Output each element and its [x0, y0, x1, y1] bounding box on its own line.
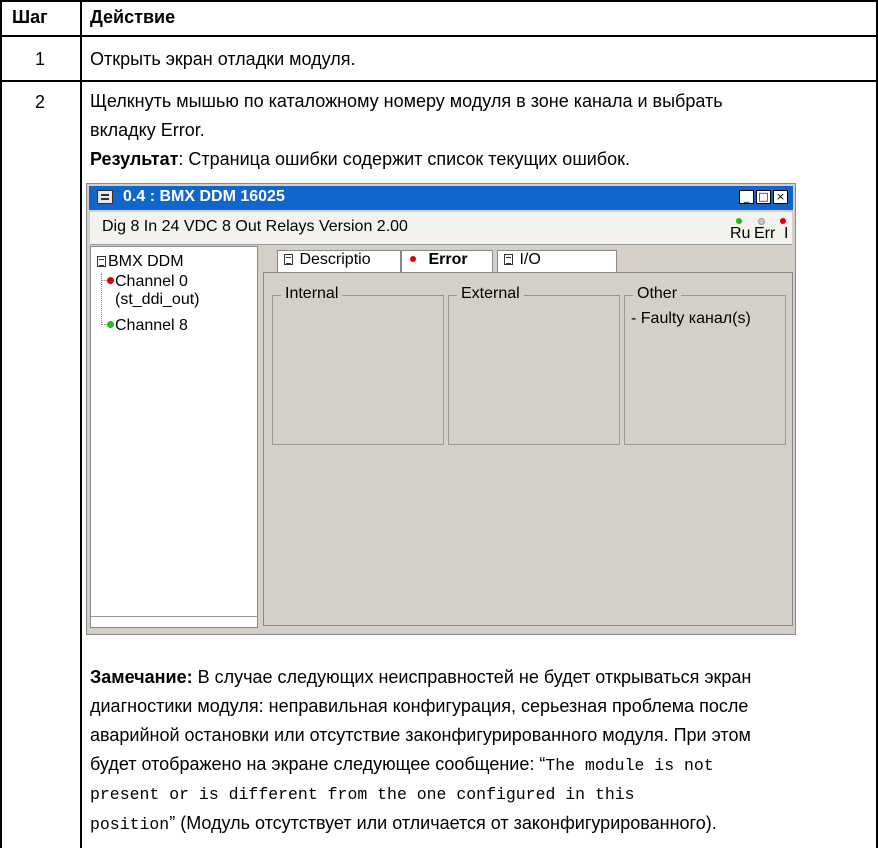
- result-label: Результат: [90, 149, 179, 169]
- maximize-icon[interactable]: □: [756, 190, 771, 204]
- tab-description[interactable]: Descriptio: [277, 250, 401, 272]
- error-panel: Internal External Other - Faulty канал(s…: [263, 272, 793, 626]
- tree-root[interactable]: BMX DDM: [97, 253, 184, 271]
- tab-io-label: I/O: [519, 251, 541, 268]
- note-line3: аварийной остановки или отсутствие закон…: [90, 725, 751, 745]
- tab-description-label: Descriptio: [299, 251, 371, 268]
- channel0-label: Channel 0: [115, 273, 188, 290]
- led-label-ru: Ru: [730, 225, 751, 242]
- faulty-channel-item: - Faulty канал(s): [631, 310, 751, 327]
- tab-error-label: Error: [428, 251, 468, 268]
- instruction-table: Шаг Действие 1 Открыть экран отладки мод…: [0, 0, 878, 848]
- note-line6: position” (Модуль отсутствует или отлича…: [90, 813, 717, 834]
- err-led-icon: [758, 218, 765, 225]
- note-line5: present or is different from the one con…: [90, 785, 635, 804]
- channel8-status-icon: [107, 321, 114, 328]
- row2-line1: Щелкнуть мышью по каталожному номеру мод…: [90, 91, 723, 111]
- window-title: 0.4 : BMX DDM 16025: [123, 188, 285, 205]
- module-window: 0.4 : BMX DDM 16025 _ □ × Dig 8 In 24 VD…: [86, 183, 796, 635]
- external-group-title: External: [457, 285, 524, 303]
- note-line1: Замечание: В случае следующих неисправно…: [90, 667, 752, 687]
- row2-instruction: Щелкнуть мышью по каталожному номеру мод…: [90, 87, 870, 174]
- run-led-icon: [736, 218, 742, 224]
- tree-item-channel-8[interactable]: Channel 8: [115, 317, 188, 335]
- channel0-status-icon: [107, 277, 114, 284]
- other-group: Other - Faulty канал(s): [624, 285, 786, 445]
- tree-item-channel-0[interactable]: Channel 0 (st_ddi_out): [115, 273, 200, 309]
- description-tab-icon: [284, 254, 293, 265]
- led-label-io: I: [784, 225, 789, 242]
- result-line: Результат: Страница ошибки содержит спис…: [90, 145, 870, 174]
- window-titlebar[interactable]: 0.4 : BMX DDM 16025 _ □ ×: [89, 186, 793, 210]
- note-paragraph: Замечание: В случае следующих неисправно…: [90, 663, 870, 839]
- io-tab-icon: [504, 254, 513, 265]
- led-label-err: Err: [754, 225, 776, 242]
- internal-group: Internal: [272, 285, 444, 445]
- header-step: Шаг: [12, 7, 48, 27]
- close-icon[interactable]: ×: [773, 190, 788, 204]
- io-led-icon: [780, 218, 786, 224]
- tab-io[interactable]: I/O: [497, 250, 617, 272]
- module-description: Dig 8 In 24 VDC 8 Out Relays Version 2.0…: [102, 218, 408, 235]
- tab-error[interactable]: Error: [401, 250, 493, 272]
- note-line2: диагностики модуля: неправильная конфигу…: [90, 696, 749, 716]
- module-tree-icon: [97, 256, 106, 267]
- row1-step: 1: [35, 49, 46, 69]
- module-info-bar: Dig 8 In 24 VDC 8 Out Relays Version 2.0…: [90, 212, 792, 245]
- external-group: External: [448, 285, 620, 445]
- error-tab-icon: [410, 256, 416, 262]
- channel-tree: BMX DDM Channel 0 (st_ddi_out) Channel 8: [90, 246, 258, 628]
- row2-line2: вкладку Error.: [90, 120, 205, 140]
- row1-action: Открыть экран отладки модуля.: [90, 49, 356, 69]
- header-action: Действие: [90, 7, 176, 27]
- minimize-icon[interactable]: _: [739, 190, 754, 204]
- channel-detail-pane: Descriptio Error I/O Internal External O…: [261, 246, 794, 628]
- row2-step: 2: [35, 92, 46, 112]
- channel0-sublabel: (st_ddi_out): [115, 291, 200, 308]
- other-group-title: Other: [633, 285, 682, 303]
- note-line4: будет отображено на экране следующее соо…: [90, 754, 714, 775]
- module-icon: [97, 190, 113, 204]
- internal-group-title: Internal: [281, 285, 343, 303]
- result-text: : Страница ошибки содержит список текущи…: [178, 149, 631, 169]
- note-label: Замечание:: [90, 667, 193, 687]
- tree-root-label: BMX DDM: [108, 253, 184, 270]
